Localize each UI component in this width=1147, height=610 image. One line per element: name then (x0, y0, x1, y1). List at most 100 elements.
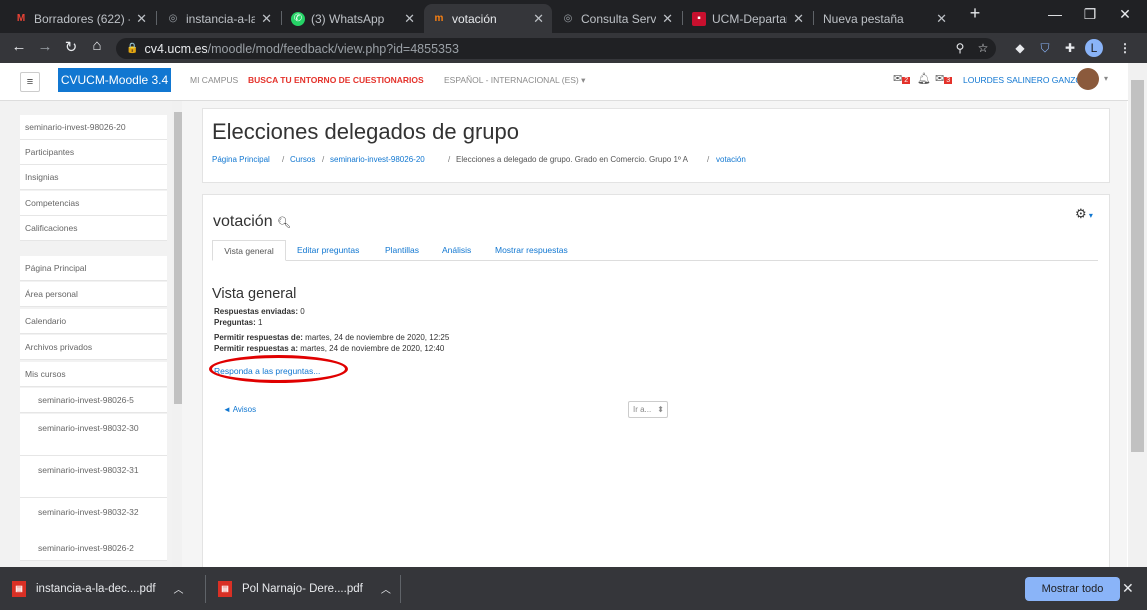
tab-analisis[interactable]: Análisis (442, 240, 471, 261)
sidebar-item-calendario[interactable]: Calendario (20, 309, 167, 334)
forward-icon[interactable]: → (34, 38, 56, 55)
download-separator (205, 575, 206, 603)
site-brand[interactable]: CVUCM-Moodle 3.4 (58, 68, 171, 92)
minimize-icon[interactable]: — (1040, 6, 1070, 22)
activity-title: votación 🔍︎ (213, 213, 292, 230)
globe-icon: ◎ (168, 13, 178, 24)
profile-avatar[interactable]: L (1085, 39, 1103, 57)
tab-mostrar-respuestas[interactable]: Mostrar respuestas (495, 240, 568, 261)
pdf-icon: ▤ (218, 580, 232, 597)
back-icon[interactable]: ← (8, 38, 30, 55)
close-tab-icon[interactable]: ✕ (261, 11, 272, 27)
chevron-up-icon[interactable]: ︿ (174, 581, 184, 596)
sidebar-item-course-link[interactable]: seminario-invest-98026-2 (20, 536, 167, 561)
breadcrumb-home[interactable]: Página Principal (212, 155, 270, 164)
sidebar-item-archivos[interactable]: Archivos privados (20, 335, 167, 360)
bookmark-star-icon[interactable]: ☆ (973, 38, 993, 58)
close-tab-icon[interactable]: ✕ (533, 11, 544, 27)
sidebar-item-course-link[interactable]: seminario-invest-98032-32 (20, 498, 167, 540)
browser-tab-nueva[interactable]: Nueva pestaña ✕ (815, 4, 955, 33)
sidebar-item-pagina-principal[interactable]: Página Principal (20, 256, 167, 281)
extension-icon[interactable]: ◆ (1010, 38, 1030, 58)
sidebar-item-mis-cursos[interactable]: Mis cursos (20, 362, 167, 387)
close-tab-icon[interactable]: ✕ (404, 11, 415, 27)
sidebar-item-area-personal[interactable]: Área personal (20, 282, 167, 307)
sidebar-item-course-link[interactable]: seminario-invest-98032-31 (20, 456, 167, 498)
whatsapp-icon: ✆ (291, 11, 305, 26)
chevron-down-icon[interactable]: ▾ (1104, 74, 1108, 83)
home-icon[interactable]: ⌂ (86, 37, 108, 54)
browser-tab-whatsapp[interactable]: ✆ (3) WhatsApp ✕ (283, 4, 423, 33)
sidebar-item-course[interactable]: seminario-invest-98026-20 (20, 115, 167, 140)
sidebar-item-course-link[interactable]: seminario-invest-98026-5 (20, 388, 167, 413)
tab-plantillas[interactable]: Plantillas (385, 240, 419, 261)
sidebar-item-participantes[interactable]: Participantes (20, 140, 167, 165)
sidebar-item-calificaciones[interactable]: Calificaciones (20, 216, 167, 241)
download-separator (400, 575, 401, 603)
red-highlight-circle (209, 355, 348, 383)
notifications-icon[interactable]: 🔔︎ (917, 72, 931, 85)
language-menu[interactable]: ESPAÑOL - INTERNACIONAL (ES) ▾ (444, 75, 585, 86)
chevron-up-icon[interactable]: ︿ (381, 581, 391, 596)
info-enviadas: Respuestas enviadas: 0 (214, 307, 305, 316)
close-tab-icon[interactable]: ✕ (662, 11, 673, 27)
show-all-downloads-button[interactable]: Mostrar todo (1025, 577, 1120, 601)
breadcrumb-cursos[interactable]: Cursos (290, 155, 315, 164)
breadcrumb-separator: / (448, 155, 451, 164)
tab-vista-general[interactable]: Vista general (212, 240, 286, 261)
browser-tab-consulta[interactable]: ◎Consulta Servidor✕ (553, 4, 681, 33)
nav-busca-cuestionarios[interactable]: BUSCA TU ENTORNO DE CUESTIONARIOS (248, 75, 424, 85)
moodle-icon: m (434, 13, 444, 24)
chat-icon[interactable]: ✉ 3 (935, 72, 953, 85)
zoom-icon[interactable]: ⚲ (950, 38, 970, 58)
user-name[interactable]: LOURDES SALINERO GANZO (963, 75, 1082, 85)
close-window-icon[interactable]: ✕ (1110, 6, 1140, 23)
tab-separator (281, 11, 282, 25)
close-tab-icon[interactable]: ✕ (136, 11, 147, 27)
search-icon: 🔍︎ (277, 217, 292, 229)
tab-editar-preguntas[interactable]: Editar preguntas (297, 240, 359, 261)
drawer-toggle-button[interactable]: ≡ (20, 72, 40, 92)
url-input[interactable]: 🔒 cv4.ucm.es/moodle/mod/feedback/view.php… (116, 38, 996, 59)
section-heading: Vista general (212, 286, 297, 302)
pdf-icon: ▤ (12, 580, 26, 597)
close-downloads-icon[interactable]: ✕ (1122, 580, 1134, 597)
shield-extension-icon[interactable]: ⛉ (1035, 38, 1055, 58)
chrome-menu-icon[interactable]: ⋮ (1115, 38, 1135, 58)
messages-icon[interactable]: ✉ 2 (893, 72, 911, 85)
jump-to-select[interactable]: Ir a... ⬍ (628, 401, 668, 418)
gear-icon[interactable]: ⚙ ▾ (1075, 206, 1093, 222)
sidebar-item-insignias[interactable]: Insignias (20, 165, 167, 190)
puzzle-icon[interactable]: ✚ (1060, 38, 1080, 58)
breadcrumb-current[interactable]: votación (716, 155, 746, 164)
download-item[interactable]: ▤ instancia-a-la-dec....pdf ︿ (12, 567, 202, 610)
browser-tab-ucm[interactable]: ▪UCM-Departamen✕ (684, 4, 812, 33)
sidebar-item-course-link[interactable]: seminario-invest-98032-30 (20, 414, 167, 456)
gmail-icon: M (16, 13, 26, 24)
sidebar-scroll-thumb[interactable] (174, 112, 182, 404)
info-preguntas: Preguntas: 1 (214, 318, 263, 327)
close-tab-icon[interactable]: ✕ (936, 11, 947, 27)
breadcrumb-section[interactable]: Elecciones a delegado de grupo. Grado en… (456, 155, 688, 164)
lock-icon: 🔒 (126, 43, 139, 54)
user-avatar[interactable] (1077, 68, 1099, 90)
breadcrumb-course[interactable]: seminario-invest-98026-20 (330, 155, 425, 164)
new-tab-icon[interactable]: + (960, 3, 990, 24)
ucm-icon: ▪ (692, 11, 706, 26)
breadcrumb-separator: / (322, 155, 325, 164)
download-item[interactable]: ▤ Pol Narnajo- Dere....pdf ︿ (218, 567, 398, 610)
nav-mi-campus[interactable]: MI CAMPUS (190, 75, 238, 85)
prev-activity-link[interactable]: ◄ Avisos (223, 405, 256, 414)
browser-tab-gmail[interactable]: M Borradores (622) - ✕ (6, 4, 155, 33)
info-permitir-hasta: Permitir respuestas a: martes, 24 de nov… (214, 344, 445, 353)
close-tab-icon[interactable]: ✕ (793, 11, 804, 27)
sidebar-item-competencias[interactable]: Competencias (20, 191, 167, 216)
reload-icon[interactable]: ↻ (60, 38, 82, 56)
page-scroll-thumb[interactable] (1131, 80, 1144, 452)
restore-icon[interactable]: ❐ (1075, 6, 1105, 23)
browser-tab-instancia[interactable]: ◎instancia-a-la-dec✕ (158, 4, 280, 33)
breadcrumb-separator: / (707, 155, 710, 164)
browser-tab-votacion[interactable]: m votación ✕ (424, 4, 552, 33)
tab-separator (813, 11, 814, 25)
globe-icon: ◎ (563, 13, 573, 24)
